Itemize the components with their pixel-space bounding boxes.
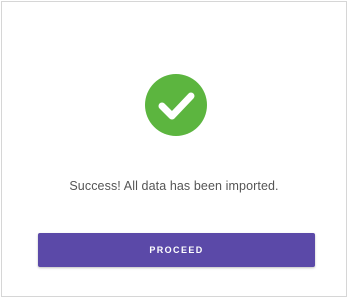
success-dialog: Success! All data has been imported. PRO… bbox=[1, 1, 347, 297]
proceed-button[interactable]: PROCEED bbox=[38, 233, 315, 267]
check-circle-icon bbox=[145, 74, 207, 136]
success-message: Success! All data has been imported. bbox=[69, 179, 279, 193]
proceed-button-label: PROCEED bbox=[149, 245, 204, 255]
